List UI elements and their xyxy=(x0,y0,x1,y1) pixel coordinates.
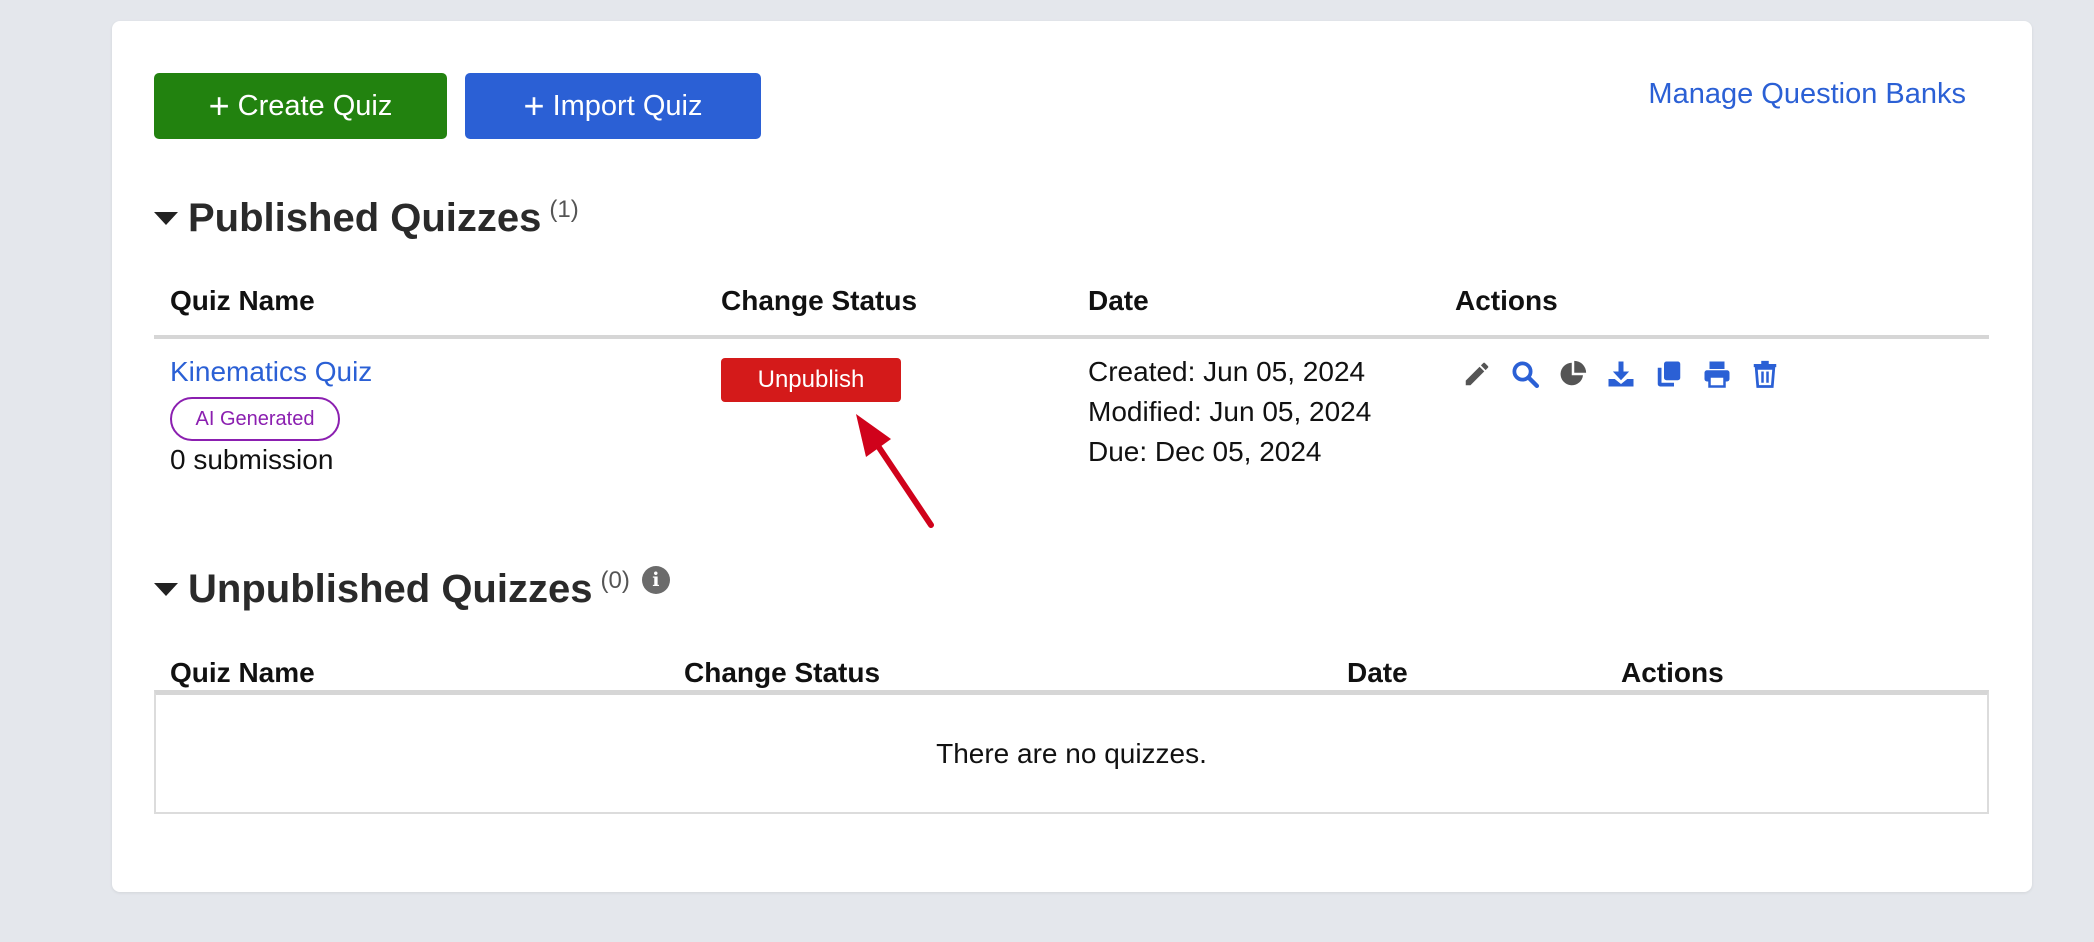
unpublished-quizzes-title: Unpublished Quizzes xyxy=(188,567,593,611)
unpublished-header-actions: Actions xyxy=(1621,657,1724,688)
modified-date: Modified: Jun 05, 2024 xyxy=(1088,396,1372,427)
annotation-arrow-icon xyxy=(856,414,934,528)
published-quizzes-toggle[interactable]: Published Quizzes (1) xyxy=(154,196,579,241)
published-header-quiz-name: Quiz Name xyxy=(170,285,315,316)
unpublished-header-date: Date xyxy=(1347,657,1408,688)
published-header-divider xyxy=(154,335,1989,339)
unpublished-header-change-status: Change Status xyxy=(684,657,881,688)
quizzes-panel: + Create Quiz + Import Quiz Manage Quest… xyxy=(112,21,2032,892)
create-quiz-label: Create Quiz xyxy=(237,89,393,122)
empty-quizzes-message: There are no quizzes. xyxy=(154,690,1989,814)
unpublished-quizzes-toggle[interactable]: Unpublished Quizzes (0) i xyxy=(154,566,670,612)
download-icon[interactable] xyxy=(1604,357,1638,391)
create-quiz-button[interactable]: + Create Quiz xyxy=(154,73,447,139)
submission-count: 0 submission xyxy=(170,444,334,475)
published-header-date: Date xyxy=(1088,285,1149,316)
published-header-actions: Actions xyxy=(1455,285,1558,316)
caret-down-icon xyxy=(154,212,178,225)
created-date: Created: Jun 05, 2024 xyxy=(1088,356,1366,387)
caret-down-icon xyxy=(154,583,178,596)
published-header-change-status: Change Status xyxy=(721,285,918,316)
ai-generated-badge: AI Generated xyxy=(170,397,340,441)
copy-icon[interactable] xyxy=(1652,357,1686,391)
published-quizzes-title: Published Quizzes xyxy=(188,196,542,240)
plus-icon: + xyxy=(523,85,545,126)
quiz-name-link[interactable]: Kinematics Quiz xyxy=(170,356,372,388)
trash-icon[interactable] xyxy=(1748,357,1782,391)
search-icon[interactable] xyxy=(1508,357,1542,391)
import-quiz-button[interactable]: + Import Quiz xyxy=(465,73,761,139)
pie-chart-icon[interactable] xyxy=(1556,357,1590,391)
published-quizzes-count: (1) xyxy=(549,196,579,223)
row-actions xyxy=(1460,357,1782,391)
due-date: Due: Dec 05, 2024 xyxy=(1088,436,1322,467)
edit-icon[interactable] xyxy=(1460,357,1494,391)
unpublished-header-quiz-name: Quiz Name xyxy=(170,657,315,688)
info-icon[interactable]: i xyxy=(641,566,670,594)
unpublished-quizzes-count: (0) xyxy=(600,567,630,594)
manage-question-banks-link[interactable]: Manage Question Banks xyxy=(1648,78,1966,111)
print-icon[interactable] xyxy=(1700,357,1734,391)
import-quiz-label: Import Quiz xyxy=(552,89,703,122)
plus-icon: + xyxy=(208,85,230,126)
